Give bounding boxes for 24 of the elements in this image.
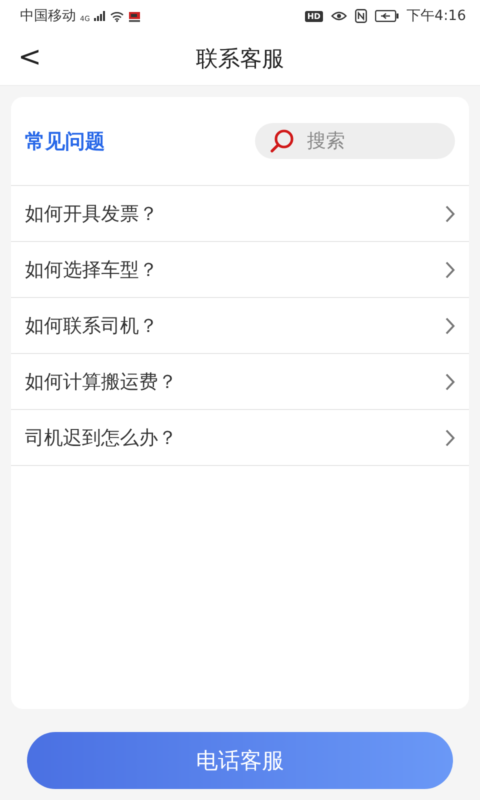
- search-field[interactable]: 搜索: [255, 123, 455, 159]
- wifi-icon: [110, 10, 124, 22]
- signal-icon: [94, 11, 106, 21]
- page-title: 联系客服: [196, 46, 284, 74]
- faq-item[interactable]: 如何选择车型？: [11, 242, 469, 298]
- faq-item[interactable]: 如何计算搬运费？: [11, 354, 469, 410]
- faq-item[interactable]: 司机迟到怎么办？: [11, 410, 469, 466]
- faq-item[interactable]: 如何开具发票？: [11, 186, 469, 242]
- carrier-name: 中国移动: [20, 7, 76, 25]
- eye-icon: [330, 10, 347, 22]
- nfc-icon: [354, 9, 367, 23]
- section-title: 常见问题: [25, 128, 105, 154]
- chevron-right-icon: [445, 316, 455, 334]
- faq-item[interactable]: 如何联系司机？: [11, 298, 469, 354]
- phone-service-button[interactable]: 电话客服: [27, 732, 453, 789]
- chevron-right-icon: [445, 372, 455, 390]
- chevron-right-icon: [445, 260, 455, 278]
- chevron-right-icon: [445, 204, 455, 222]
- hd-badge: HD: [305, 10, 323, 22]
- back-button[interactable]: <: [12, 40, 48, 73]
- chevron-right-icon: [445, 428, 455, 446]
- battery-icon: [374, 10, 399, 22]
- app-notification-icon: [128, 10, 141, 22]
- clock: 下午4:16: [406, 7, 466, 25]
